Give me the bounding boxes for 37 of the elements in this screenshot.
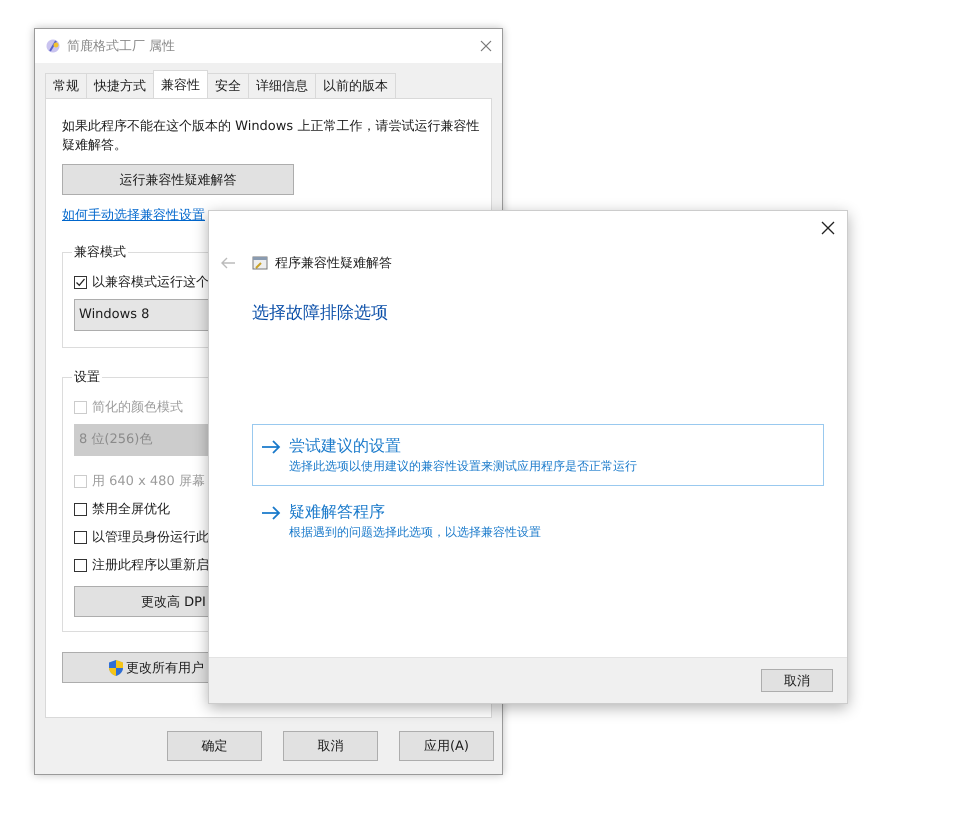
checkbox-label: 以兼容模式运行这个	[92, 274, 209, 291]
option-description: 根据遇到的问题选择此选项，以选择兼容性设置	[289, 524, 541, 541]
arrow-icon	[261, 440, 281, 454]
arrow-icon	[261, 506, 281, 520]
close-icon[interactable]	[821, 221, 835, 235]
tab[interactable]: 以前的版本	[315, 73, 396, 98]
app-icon	[45, 38, 61, 54]
dialog-button[interactable]: 取消	[283, 731, 378, 761]
checkbox[interactable]	[74, 502, 87, 516]
window-title: 简鹿格式工厂 属性	[67, 38, 176, 55]
checkbox[interactable]	[74, 558, 87, 572]
checkbox-label: 简化的颜色模式	[92, 399, 183, 416]
option-title: 尝试建议的设置	[289, 435, 402, 457]
checkbox-label: 用 640 x 480 屏幕	[92, 473, 205, 490]
option-description: 选择此选项以使用建议的兼容性设置来测试应用程序是否正常运行	[289, 458, 637, 475]
group-title: 设置	[73, 369, 101, 386]
program-window-icon	[252, 255, 268, 271]
cancel-button[interactable]: 取消	[761, 669, 833, 692]
shield-icon	[108, 658, 124, 676]
tab[interactable]: 常规	[45, 73, 87, 98]
page-heading: 选择故障排除选项	[252, 302, 389, 324]
tab[interactable]: 兼容性	[153, 70, 208, 98]
dialog-button[interactable]: 应用(A)	[399, 731, 494, 761]
group-title: 兼容模式	[73, 244, 127, 261]
option-link[interactable]: 尝试建议的设置 选择此选项以使用建议的兼容性设置来测试应用程序是否正常运行	[252, 424, 824, 486]
run-troubleshooter-button[interactable]: 运行兼容性疑难解答	[62, 164, 294, 195]
option-link[interactable]: 疑难解答程序 根据遇到的问题选择此选项，以选择兼容性设置	[252, 490, 824, 552]
checkbox-label: 禁用全屏优化	[92, 501, 170, 518]
checkbox[interactable]	[74, 276, 87, 288]
option-title: 疑难解答程序	[289, 501, 386, 523]
help-link[interactable]: 如何手动选择兼容性设置	[62, 208, 205, 223]
checkbox[interactable]	[74, 530, 87, 544]
dialog-title: 程序兼容性疑难解答	[275, 255, 392, 272]
dialog-button[interactable]: 确定	[167, 731, 262, 761]
checkbox-label: 注册此程序以重新启	[92, 557, 209, 574]
intro-text: 如果此程序不能在这个版本的 Windows 上正常工作，请尝试运行兼容性疑难解答。	[62, 118, 480, 155]
checkbox-label: 以管理员身份运行此	[92, 529, 209, 546]
